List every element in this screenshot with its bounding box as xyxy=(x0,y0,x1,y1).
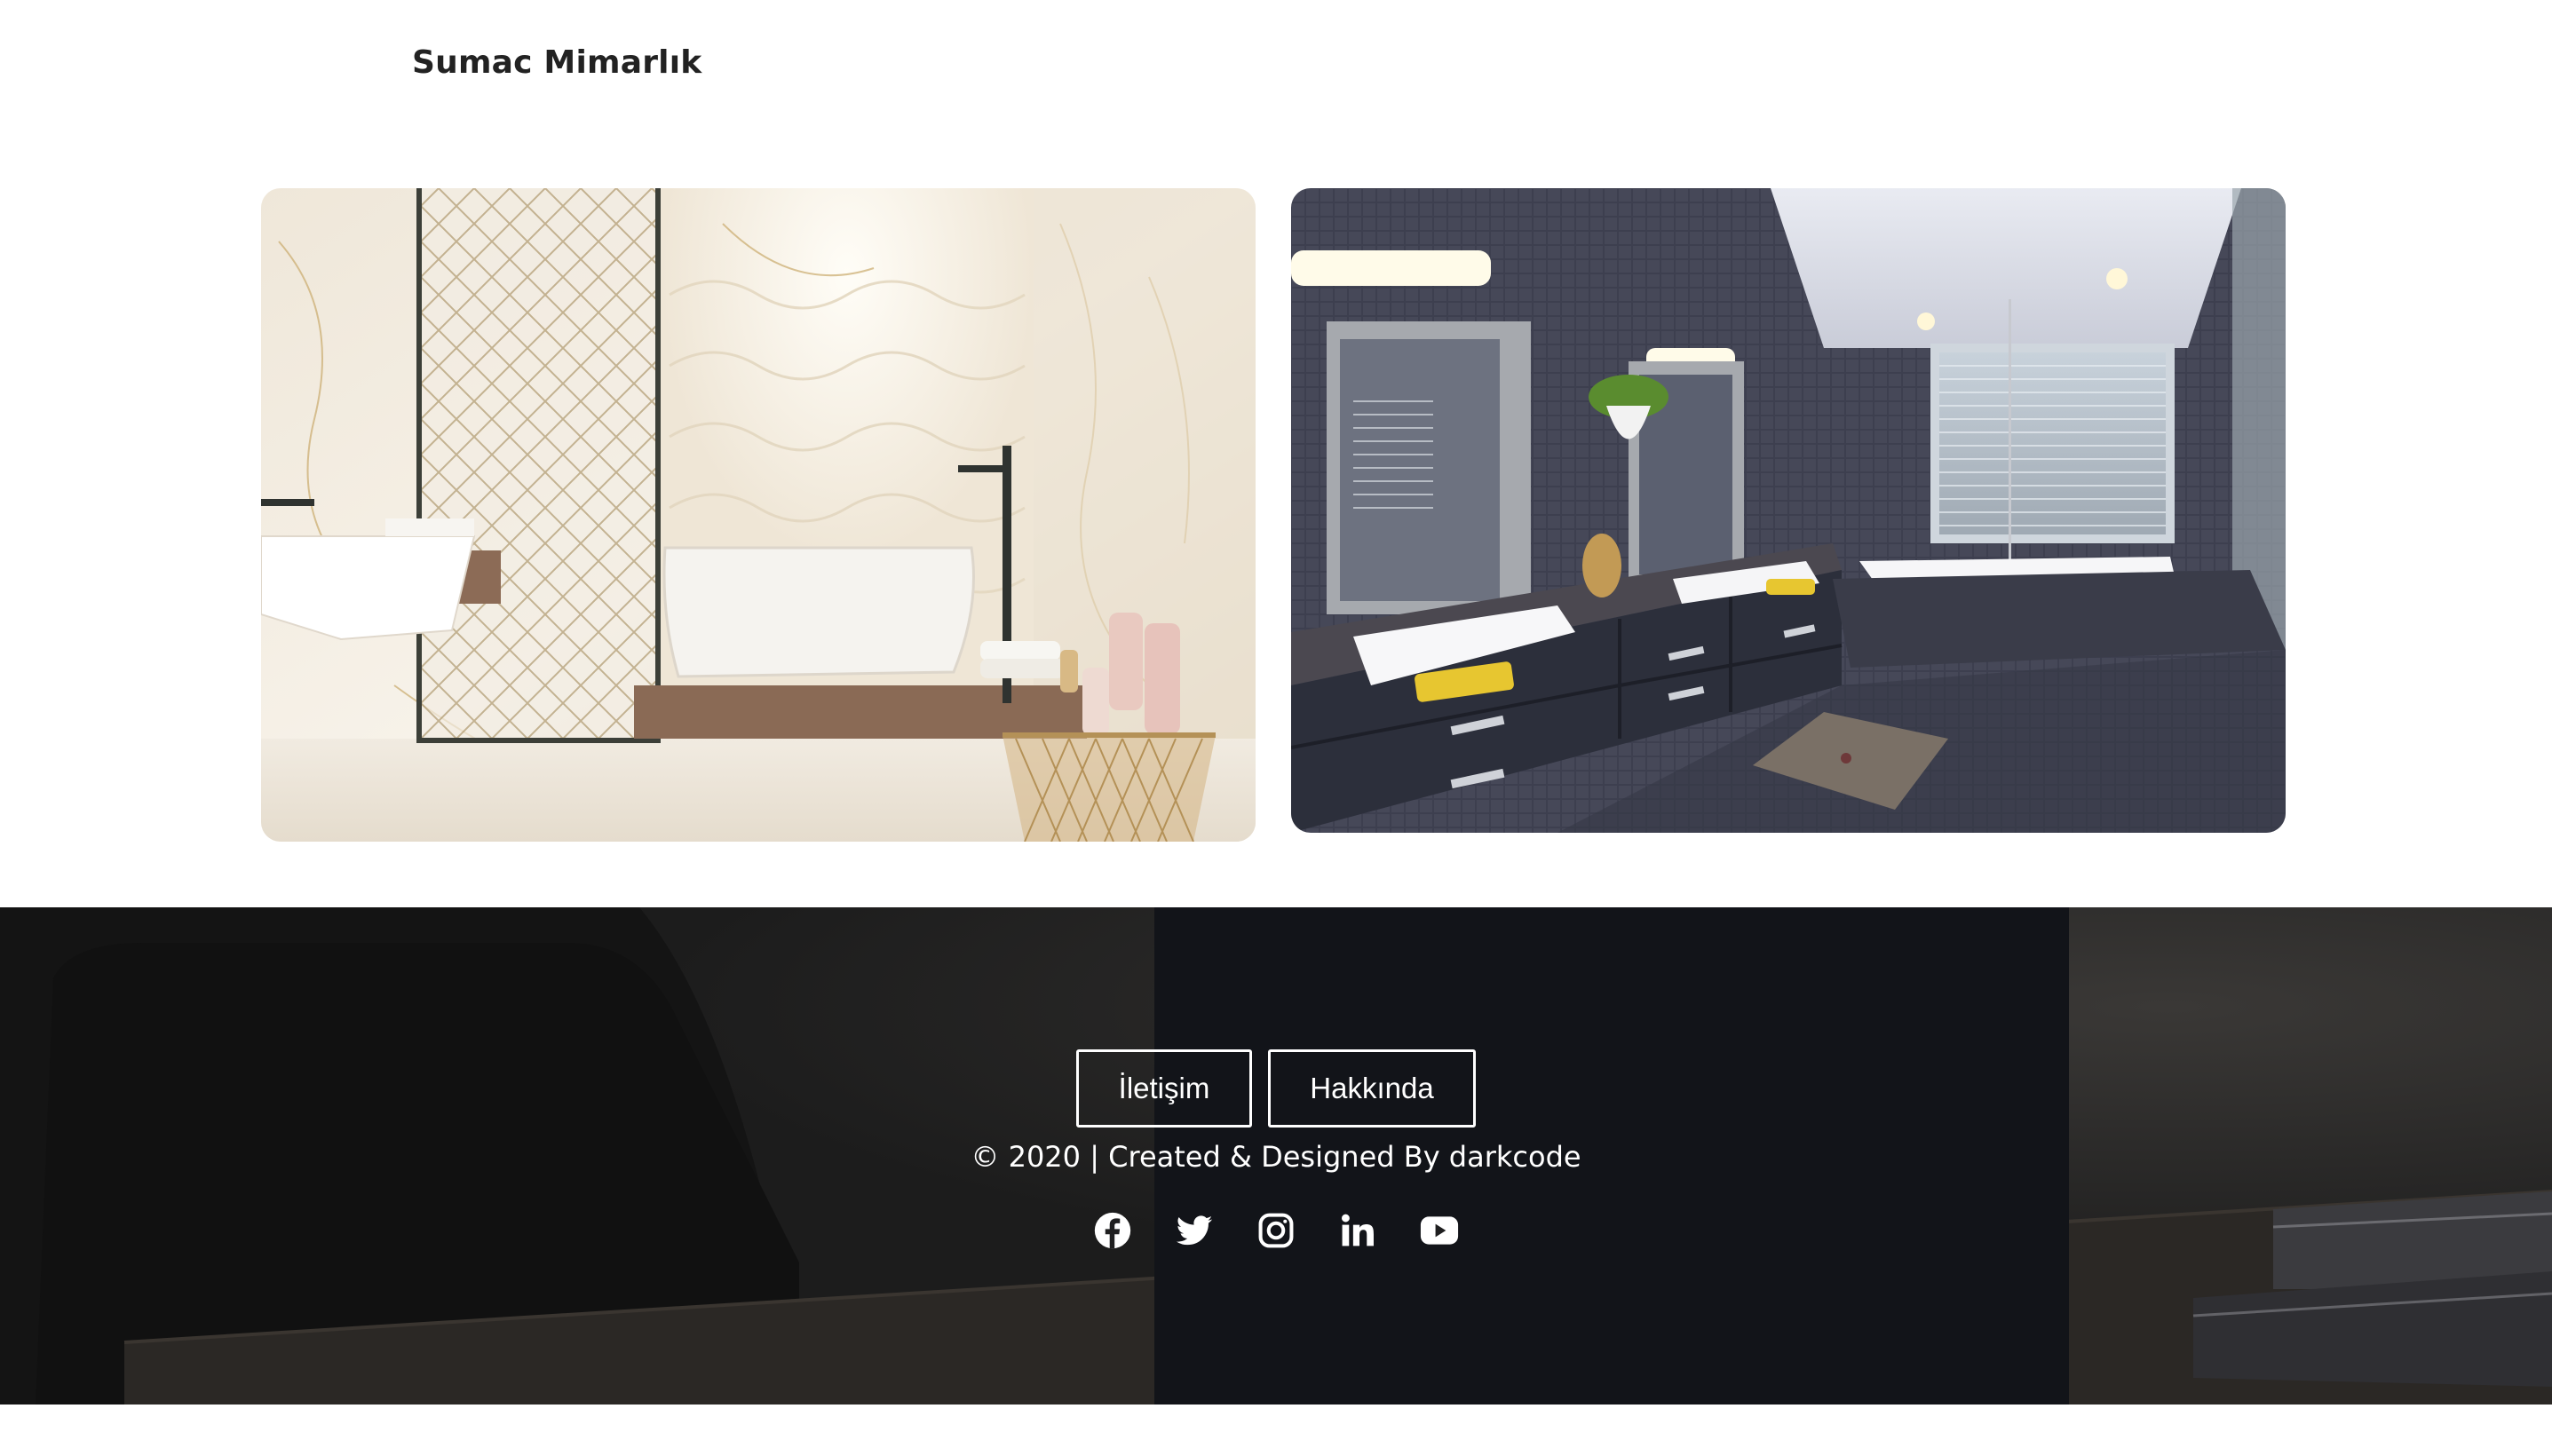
contact-button[interactable]: İletişim xyxy=(1076,1049,1252,1128)
copyright-text: © 2020 | Created & Designed By darkcode xyxy=(971,1140,1581,1174)
social-links xyxy=(0,1211,2552,1250)
twitter-icon[interactable] xyxy=(1175,1211,1214,1250)
facebook-icon[interactable] xyxy=(1093,1211,1132,1250)
about-button[interactable]: Hakkında xyxy=(1268,1049,1476,1128)
site-footer: İletişim Hakkında © 2020 | Created & Des… xyxy=(0,907,2552,1405)
instagram-icon[interactable] xyxy=(1256,1211,1296,1250)
page: Sumac Mimarlık İletişim Hakkında © 2020 … xyxy=(0,0,2552,1456)
marble-bathroom-image[interactable] xyxy=(261,188,1256,842)
youtube-icon[interactable] xyxy=(1420,1211,1459,1250)
dark-tile-bathroom-image[interactable] xyxy=(1291,188,2286,833)
linkedin-icon[interactable] xyxy=(1338,1211,1377,1250)
footer-nav: İletişim Hakkında xyxy=(0,1049,2552,1128)
site-brand[interactable]: Sumac Mimarlık xyxy=(412,44,701,81)
